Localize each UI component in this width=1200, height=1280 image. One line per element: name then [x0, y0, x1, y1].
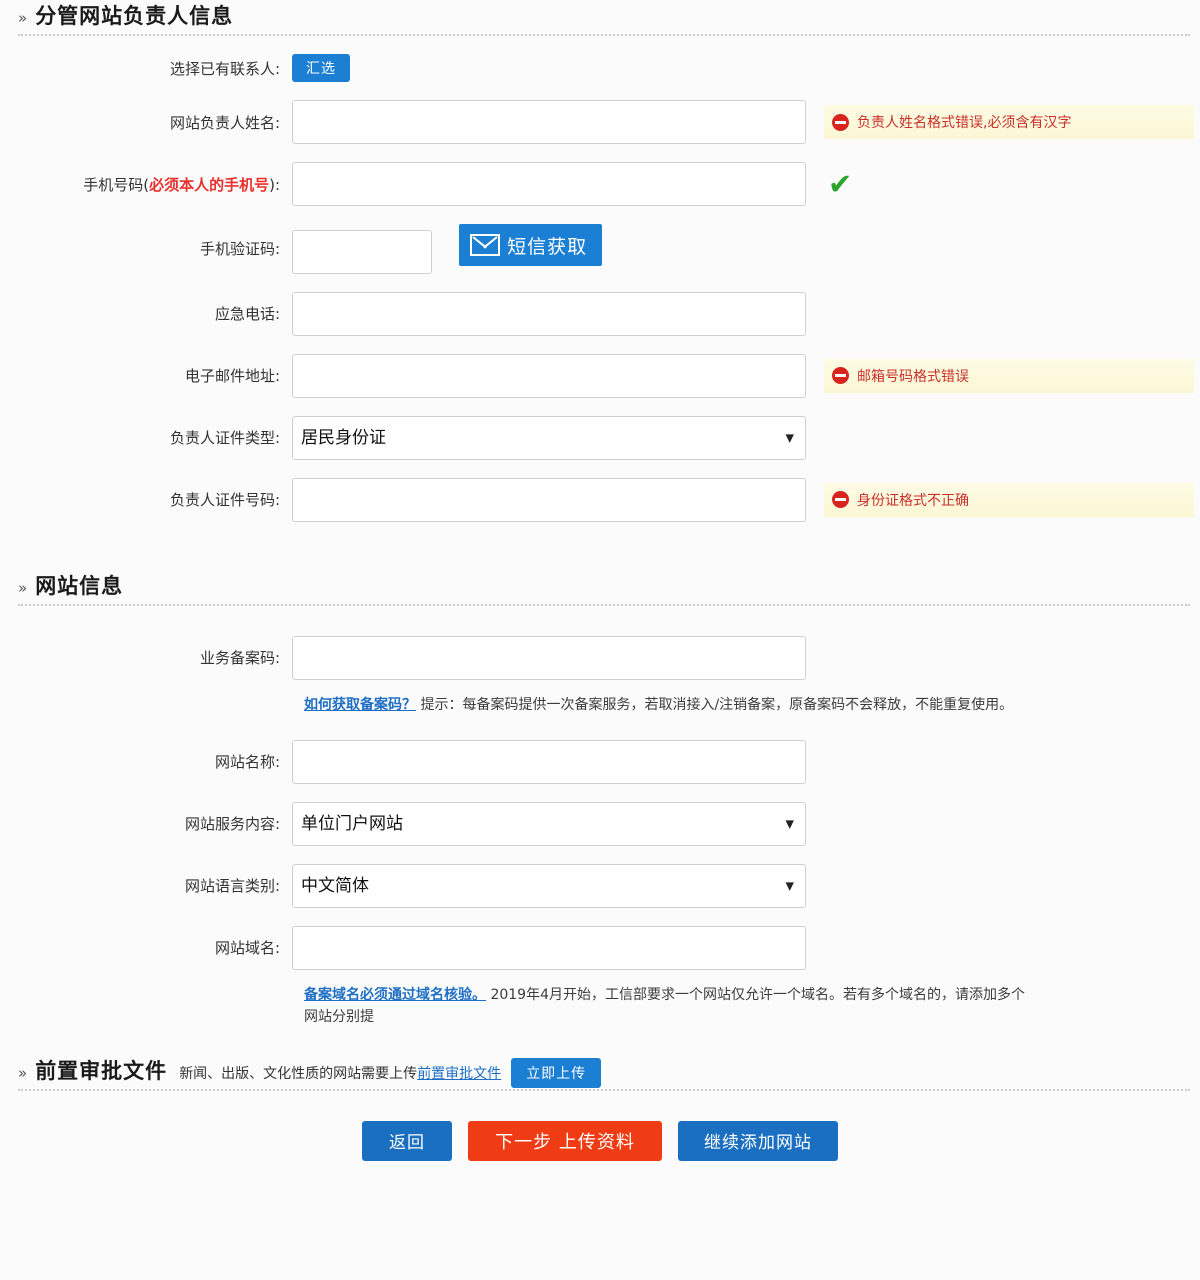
hint-filing-code-text: 提示：每备案码提供一次备案服务，若取消接入/注销备案，原备案码不会释放，不能重复… — [420, 697, 1013, 713]
row-responsible-name: 网站负责人姓名: 负责人姓名格式错误,必须含有汉字 — [0, 100, 1200, 144]
error-responsible-name-text: 负责人姓名格式错误,必须含有汉字 — [857, 112, 1071, 132]
error-circle-icon — [832, 114, 849, 131]
emergency-phone-control — [292, 292, 806, 336]
language-select[interactable]: 中文简体 — [292, 864, 806, 908]
section-divider-website — [18, 604, 1190, 606]
site-name-input[interactable] — [292, 740, 806, 784]
preapproval-doc-link[interactable]: 前置审批文件 — [417, 1066, 501, 1082]
section-title-website: 网站信息 — [35, 570, 123, 600]
error-email: 邮箱号码格式错误 — [824, 359, 1194, 393]
section-title-responsible: 分管网站负责人信息 — [35, 0, 233, 30]
label-mobile: 手机号码(必须本人的手机号): — [0, 174, 292, 195]
mobile-control — [292, 162, 806, 206]
label-pick-contact: 选择已有联系人: — [0, 58, 292, 79]
error-circle-icon — [832, 491, 849, 508]
chevron-right-icon: » — [18, 581, 27, 596]
pick-contact-button[interactable]: 汇选 — [292, 54, 350, 82]
email-control — [292, 354, 806, 398]
label-emergency-phone: 应急电话: — [0, 303, 292, 324]
label-mobile-emphasis: 必须本人的手机号 — [149, 176, 269, 194]
row-email: 电子邮件地址: 邮箱号码格式错误 — [0, 354, 1200, 398]
site-name-control — [292, 740, 806, 784]
chevron-right-icon: » — [18, 1066, 27, 1081]
row-service-content: 网站服务内容: 单位门户网站 ▼ — [0, 802, 1200, 846]
row-filing-code: 业务备案码: — [0, 636, 1200, 680]
pick-contact-control: 汇选 — [292, 54, 350, 82]
hint-filing-code: 如何获取备案码？ 提示：每备案码提供一次备案服务，若取消接入/注销备案，原备案码… — [304, 694, 1034, 716]
row-site-name: 网站名称: — [0, 740, 1200, 784]
id-type-control: 居民身份证 ▼ — [292, 416, 806, 460]
label-responsible-name: 网站负责人姓名: — [0, 112, 292, 133]
row-sms-code: 手机验证码: 短信获取 — [0, 224, 1200, 274]
domain-verification-link[interactable]: 备案域名必须通过域名核验。 — [304, 987, 486, 1003]
check-icon: ✔ — [828, 170, 852, 199]
row-language: 网站语言类别: 中文简体 ▼ — [0, 864, 1200, 908]
action-bar: 返回 下一步 上传资料 继续添加网站 — [0, 1121, 1200, 1161]
section-header-website: » 网站信息 — [0, 570, 1200, 600]
domain-control — [292, 926, 806, 970]
label-id-type: 负责人证件类型: — [0, 427, 292, 448]
error-id-number-text: 身份证格式不正确 — [857, 490, 969, 510]
label-email: 电子邮件地址: — [0, 365, 292, 386]
mobile-input[interactable] — [292, 162, 806, 206]
service-content-select[interactable]: 单位门户网站 — [292, 802, 806, 846]
upload-now-button[interactable]: 立即上传 — [511, 1058, 601, 1088]
preapproval-subtitle-text: 新闻、出版、文化性质的网站需要上传 — [179, 1066, 417, 1082]
error-circle-icon — [832, 367, 849, 384]
label-mobile-suffix: ): — [269, 176, 280, 194]
id-type-select[interactable]: 居民身份证 — [292, 416, 806, 460]
next-upload-button[interactable]: 下一步 上传资料 — [468, 1121, 662, 1161]
error-responsible-name: 负责人姓名格式错误,必须含有汉字 — [824, 105, 1194, 139]
label-id-number: 负责人证件号码: — [0, 489, 292, 510]
section-header-responsible: » 分管网站负责人信息 — [0, 0, 1200, 30]
row-mobile: 手机号码(必须本人的手机号): ✔ — [0, 162, 1200, 206]
send-sms-button[interactable]: 短信获取 — [459, 224, 602, 266]
row-id-number: 负责人证件号码: 身份证格式不正确 — [0, 478, 1200, 522]
id-number-input[interactable] — [292, 478, 806, 522]
filing-code-input[interactable] — [292, 636, 806, 680]
label-sms-code: 手机验证码: — [0, 238, 292, 259]
email-input[interactable] — [292, 354, 806, 398]
service-content-control: 单位门户网站 ▼ — [292, 802, 806, 846]
section-header-preapproval: » 前置审批文件 新闻、出版、文化性质的网站需要上传前置审批文件 立即上传 — [0, 1055, 1200, 1085]
id-number-control — [292, 478, 806, 522]
label-filing-code: 业务备案码: — [0, 647, 292, 668]
label-language: 网站语言类别: — [0, 875, 292, 896]
responsible-name-input[interactable] — [292, 100, 806, 144]
label-domain: 网站域名: — [0, 937, 292, 958]
hint-domain: 备案域名必须通过域名核验。 2019年4月开始，工信部要求一个网站仅允许一个域名… — [304, 984, 1034, 1029]
envelope-icon — [470, 234, 500, 256]
add-more-site-button[interactable]: 继续添加网站 — [678, 1121, 838, 1161]
row-emergency-phone: 应急电话: — [0, 292, 1200, 336]
responsible-name-control — [292, 100, 806, 144]
filing-code-control — [292, 636, 806, 680]
section-subtitle-preapproval: 新闻、出版、文化性质的网站需要上传前置审批文件 — [179, 1063, 501, 1083]
row-pick-contact: 选择已有联系人: 汇选 — [0, 54, 1200, 82]
label-service-content: 网站服务内容: — [0, 813, 292, 834]
section-divider-preapproval — [18, 1089, 1190, 1091]
sms-code-control: 短信获取 — [292, 224, 602, 274]
chevron-right-icon: » — [18, 11, 27, 26]
label-site-name: 网站名称: — [0, 751, 292, 772]
row-domain: 网站域名: — [0, 926, 1200, 970]
back-button[interactable]: 返回 — [362, 1121, 452, 1161]
domain-input[interactable] — [292, 926, 806, 970]
section-title-preapproval: 前置审批文件 — [35, 1055, 167, 1085]
send-sms-label: 短信获取 — [507, 232, 587, 259]
section-divider-responsible — [18, 34, 1190, 36]
icp-filing-page: » 分管网站负责人信息 选择已有联系人: 汇选 网站负责人姓名: 负责人姓名格式… — [0, 0, 1200, 1280]
error-email-text: 邮箱号码格式错误 — [857, 366, 969, 386]
label-mobile-prefix: 手机号码( — [83, 176, 149, 194]
language-control: 中文简体 ▼ — [292, 864, 806, 908]
error-id-number: 身份证格式不正确 — [824, 483, 1194, 517]
row-id-type: 负责人证件类型: 居民身份证 ▼ — [0, 416, 1200, 460]
emergency-phone-input[interactable] — [292, 292, 806, 336]
how-to-get-filing-code-link[interactable]: 如何获取备案码？ — [304, 697, 416, 713]
sms-code-input[interactable] — [292, 230, 432, 274]
